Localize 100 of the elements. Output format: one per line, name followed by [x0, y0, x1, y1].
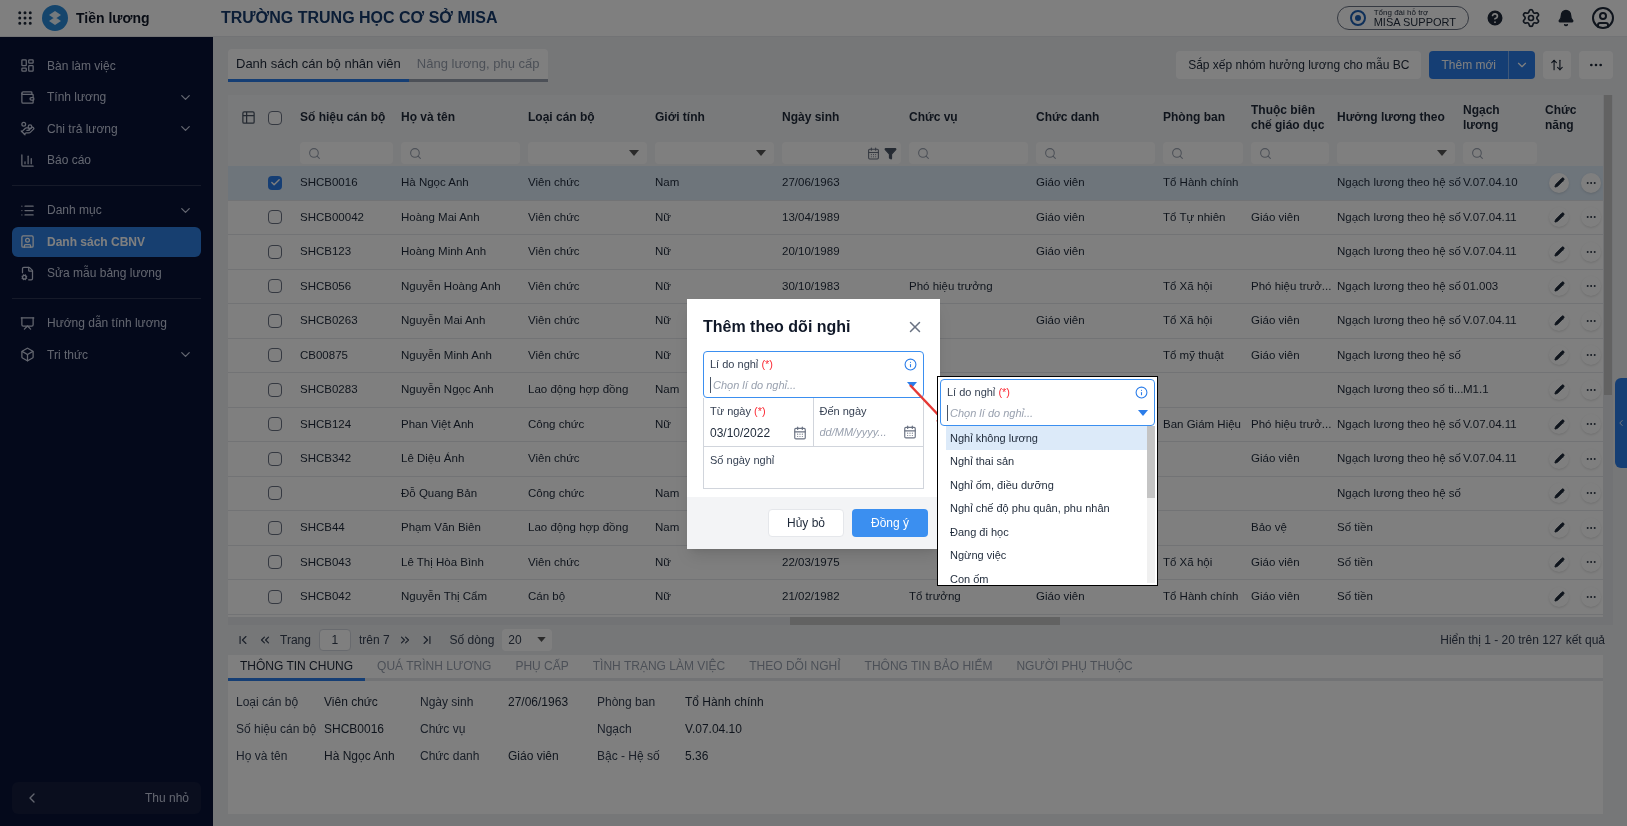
row-checkbox[interactable]: [268, 175, 282, 190]
row-checkbox[interactable]: [268, 486, 282, 501]
row-checkbox[interactable]: [268, 279, 282, 294]
sort-group-button[interactable]: Sắp xếp nhóm hưởng lương cho mẫu BC: [1176, 51, 1422, 79]
row-checkbox[interactable]: [268, 348, 282, 363]
column-header[interactable]: Chức vụ: [905, 110, 1032, 125]
table-cell: 22/03/1975: [782, 555, 840, 568]
dropdown-option[interactable]: Nghỉ không lương: [946, 426, 1147, 450]
table-cell: Viên chức: [528, 245, 580, 258]
table-cell: Tổ Hành chính: [1163, 176, 1239, 189]
table-cell: Phạm Văn Biên: [401, 521, 481, 534]
row-checkbox[interactable]: [268, 555, 282, 570]
filter-field[interactable]: [1036, 142, 1155, 164]
row-checkbox[interactable]: [268, 589, 282, 604]
table-cell: 30/10/1983: [782, 279, 840, 292]
vertical-scrollbar[interactable]: [1603, 95, 1613, 625]
reason-dropdown[interactable]: Lí do nghỉ (*) Chọn lí do nghỉ...: [703, 351, 924, 398]
reason-input[interactable]: Chọn lí do nghỉ...: [710, 376, 860, 393]
table-cell: Nguyễn Minh Anh: [401, 348, 492, 361]
table-cell: Nữ: [655, 348, 671, 361]
table-cell: Viên chức: [528, 210, 580, 223]
sort-button[interactable]: [1543, 51, 1571, 79]
sidebar-item[interactable]: Tính lương: [12, 82, 201, 112]
collapse-button[interactable]: Thu nhỏ: [12, 782, 201, 814]
column-header[interactable]: Loại cán bộ: [524, 110, 651, 125]
table-cell: SHCB056: [300, 279, 352, 292]
days-field[interactable]: Số ngày nghỉ: [703, 447, 924, 489]
filter-field[interactable]: [909, 142, 1028, 164]
table-cell: Lao động hợp đồng: [528, 383, 629, 396]
filter-field[interactable]: [300, 142, 393, 164]
row-checkbox[interactable]: [268, 520, 282, 535]
settings-icon[interactable]: [1521, 8, 1541, 28]
sidebar-item[interactable]: Danh mục: [12, 195, 201, 225]
detail-tab[interactable]: THÔNG TIN CHUNG: [228, 654, 366, 681]
logo-icon: [42, 5, 68, 31]
filter-field[interactable]: [1463, 142, 1537, 164]
add-button[interactable]: Thêm mới: [1429, 51, 1508, 79]
table-cell: Ngạch lương theo số ti...: [1337, 383, 1464, 396]
row-checkbox[interactable]: [268, 451, 282, 466]
ok-button[interactable]: Đồng ý: [852, 509, 928, 537]
column-header[interactable]: Giới tính: [651, 110, 778, 125]
apps-icon[interactable]: [16, 9, 34, 27]
support-label: MISA SUPPORT: [1373, 16, 1456, 28]
sidebar-item[interactable]: Tri thức: [12, 339, 201, 370]
pencil-icon: [1553, 315, 1565, 327]
column-header[interactable]: Họ và tên: [397, 110, 524, 125]
select-all-checkbox[interactable]: [268, 110, 282, 125]
sidebar-item[interactable]: Chi trả lương: [12, 113, 201, 144]
row-checkbox[interactable]: [268, 210, 282, 225]
help-icon[interactable]: [1485, 8, 1505, 28]
column-header[interactable]: Ngạch lương: [1459, 102, 1541, 133]
filter-icon: [884, 146, 897, 160]
row-checkbox[interactable]: [268, 417, 282, 432]
search-icon: [409, 146, 422, 160]
column-header[interactable]: Phòng ban: [1159, 110, 1247, 125]
sidebar-item[interactable]: Sửa mẫu bảng lương: [12, 258, 201, 288]
rows-dropdown[interactable]: 20: [502, 628, 553, 651]
reason-input[interactable]: Chọn lí do nghỉ...: [947, 404, 1097, 421]
columns-icon[interactable]: [240, 110, 256, 125]
rows-label: Số dòng: [449, 631, 495, 649]
detail-value: V.07.04.10: [685, 721, 742, 736]
date-filter-field[interactable]: [782, 142, 901, 164]
more-button[interactable]: [1581, 172, 1601, 193]
column-header[interactable]: Số hiệu cán bộ: [296, 110, 397, 125]
menu-icon: [20, 58, 35, 73]
column-header[interactable]: Chức năng: [1541, 102, 1603, 133]
sidebar-item[interactable]: Hướng dẫn tính lương: [12, 308, 201, 338]
filter-field[interactable]: [401, 142, 520, 164]
tab[interactable]: Danh sách cán bộ nhân viên: [228, 48, 409, 82]
notification-icon[interactable]: [1557, 9, 1575, 27]
row-checkbox[interactable]: [268, 313, 282, 328]
app-name: Tiền lương: [76, 8, 150, 28]
pencil-icon: [1553, 522, 1565, 534]
cancel-button[interactable]: Hủy bỏ: [768, 509, 844, 537]
row-checkbox[interactable]: [268, 382, 282, 397]
horizontal-scrollbar[interactable]: [228, 616, 1603, 625]
sidebar-item[interactable]: Báo cáo: [12, 145, 201, 175]
sidebar-item[interactable]: Danh sách CBNV: [12, 226, 201, 257]
column-header[interactable]: Ngày sinh: [778, 110, 905, 125]
sidebar-item[interactable]: Bàn làm việc: [12, 50, 201, 81]
column-header[interactable]: Thuộc biên chế giáo dục: [1247, 102, 1333, 133]
side-handle[interactable]: [1615, 378, 1627, 468]
filter-field[interactable]: [1163, 142, 1243, 164]
table-cell: SHCB0263: [300, 314, 358, 327]
search-icon: [917, 146, 930, 160]
support-caption: Tổng đài hỗ trợ: [1373, 8, 1430, 17]
filter-field[interactable]: [1251, 142, 1329, 164]
table-cell: Nam: [655, 383, 680, 396]
table-cell: Ngạch lương theo hệ số: [1337, 279, 1461, 292]
table-cell: Tổ Tự nhiên: [1163, 210, 1226, 223]
user-avatar-icon[interactable]: [1591, 6, 1615, 30]
column-header[interactable]: Hưởng lương theo: [1333, 110, 1459, 125]
page-input[interactable]: 1: [318, 628, 351, 651]
reason-dropdown[interactable]: Lí do nghỉ (*) Chọn lí do nghỉ...: [940, 379, 1155, 426]
dialog-title: Thêm theo dõi nghỉ: [703, 317, 851, 337]
column-header[interactable]: Chức danh: [1032, 110, 1159, 125]
row-checkbox[interactable]: [268, 244, 282, 259]
dropdown-scrollbar[interactable]: [1147, 426, 1155, 583]
table-row[interactable]: SHCB0016 Hà Ngọc Anh Viên chức Nam 27/06/1963 Giáo viên Tổ Hành chính Ngạch lương theo hệ số V.07.04.10: [228, 166, 1603, 201]
edit-button[interactable]: [1549, 172, 1569, 193]
